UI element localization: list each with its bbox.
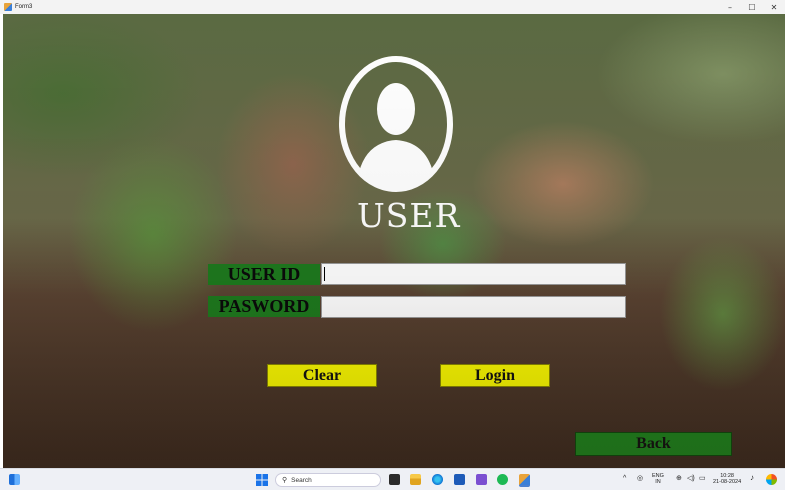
windows-start-icon[interactable]: [256, 474, 268, 486]
wifi-icon[interactable]: ⊕: [676, 475, 682, 482]
user-avatar-icon: [339, 56, 453, 192]
userid-input[interactable]: [321, 263, 626, 285]
userid-label: USER ID: [208, 264, 320, 285]
password-label: PASWORD: [208, 296, 320, 317]
user-heading: USER: [357, 196, 461, 235]
file-explorer-icon[interactable]: [410, 474, 421, 485]
widgets-icon[interactable]: [9, 474, 20, 485]
clear-button[interactable]: Clear: [267, 364, 377, 387]
search-placeholder: Search: [291, 476, 312, 484]
form-app-icon[interactable]: [519, 474, 530, 487]
volume-icon[interactable]: ◁): [687, 475, 695, 482]
text-caret: [324, 267, 325, 281]
window-controls: – ☐ ✕: [719, 0, 785, 14]
network-status-icon[interactable]: ◎: [637, 475, 643, 482]
edge-icon[interactable]: [432, 474, 443, 485]
visual-studio-icon[interactable]: [476, 474, 487, 485]
notification-bell-icon[interactable]: ♪: [750, 474, 754, 482]
clock[interactable]: 10:28 21-08-2024: [713, 473, 741, 485]
taskbar-search[interactable]: ⚲ Search: [275, 473, 381, 487]
app-icon: [4, 3, 12, 11]
task-view-icon[interactable]: [389, 474, 400, 485]
language-line2: IN: [655, 479, 661, 485]
password-input[interactable]: [321, 296, 626, 318]
search-icon: ⚲: [282, 477, 288, 484]
battery-icon[interactable]: ▭: [699, 475, 706, 482]
clock-date: 21-08-2024: [713, 479, 742, 485]
store-icon[interactable]: [454, 474, 465, 485]
back-button[interactable]: Back: [575, 432, 732, 456]
language-indicator[interactable]: ENG IN: [652, 473, 664, 485]
close-button[interactable]: ✕: [763, 0, 785, 14]
window-title: Form3: [15, 4, 33, 10]
title-bar: Form3 – ☐ ✕: [0, 0, 785, 14]
chevron-up-icon[interactable]: ^: [623, 475, 626, 482]
maximize-button[interactable]: ☐: [741, 0, 763, 14]
login-button[interactable]: Login: [440, 364, 550, 387]
form-background: USER USER ID PASWORD Clear Login Back: [3, 14, 785, 468]
spotify-icon[interactable]: [497, 474, 508, 485]
copilot-icon[interactable]: [766, 474, 777, 485]
minimize-button[interactable]: –: [719, 0, 741, 14]
